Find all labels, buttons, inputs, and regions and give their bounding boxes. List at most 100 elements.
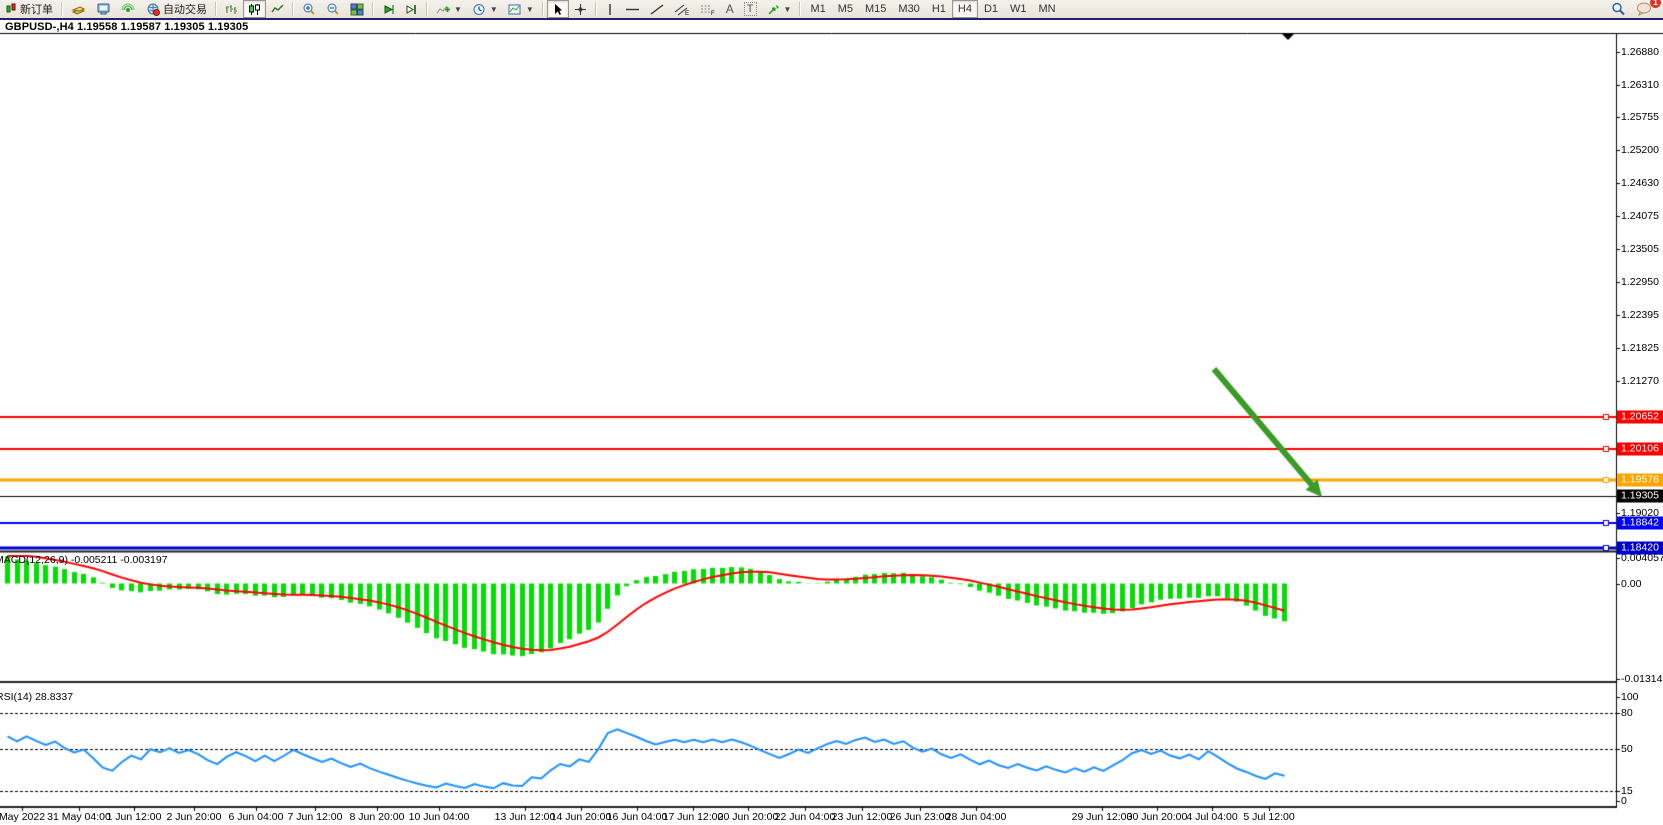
price-axis-label: 1.21825 [1621, 342, 1659, 354]
vline-tool-button[interactable] [600, 0, 620, 18]
toolbar-divider [0, 18, 1663, 20]
toolbar-separator [215, 2, 217, 16]
channel-tool-button[interactable]: E [669, 0, 695, 18]
candle-chart-button[interactable] [243, 0, 266, 18]
hline-price-badge: 1.19305 [1617, 489, 1663, 502]
hline-price-badge[interactable]: 1.18842 [1617, 517, 1663, 530]
time-axis-label: 30 Jun 20:00 [1127, 811, 1188, 823]
new-order-icon [5, 3, 17, 15]
rsi-indicator-label: RSI(14) 28.8337 [0, 691, 73, 703]
search-button[interactable] [1606, 0, 1631, 18]
vertical-line-icon [605, 3, 615, 16]
new-order-button[interactable]: 新订单 [0, 0, 58, 18]
price-axis-label: 1.21270 [1621, 375, 1659, 387]
line-chart-button[interactable] [266, 0, 289, 18]
time-axis-label: 4 Jul 04:00 [1186, 811, 1237, 823]
time-axis-label: 7 Jun 12:00 [288, 811, 343, 823]
cursor-tool-button[interactable] [547, 0, 569, 18]
zoom-in-icon [302, 3, 316, 16]
macd-axis-label: -0.013143 [1621, 673, 1663, 685]
fibonacci-icon: F [700, 3, 716, 16]
horizontal-line-icon [625, 3, 640, 16]
label-tool-button[interactable]: T [739, 0, 762, 18]
crosshair-tool-button[interactable] [569, 0, 592, 18]
trendline-icon [650, 3, 664, 16]
sonar-icon [121, 3, 136, 16]
timeframe-d1[interactable]: D1 [978, 0, 1004, 18]
time-axis-label: 6 Jun 04:00 [229, 811, 284, 823]
mt4-terminal: { "toolbar": { "new_order_label": "新订单",… [0, 0, 1663, 825]
hline-price-badge[interactable]: 1.19576 [1617, 473, 1663, 486]
rsi-axis-label: 50 [1621, 743, 1633, 755]
cursor-icon [552, 3, 564, 16]
timeframe-m5[interactable]: M5 [832, 0, 859, 18]
time-axis-label: 23 Jun 12:00 [832, 811, 893, 823]
chart-canvas[interactable] [0, 20, 1663, 825]
macd-indicator-label: MACD(12,26,9) -0.005211 -0.003197 [0, 554, 168, 566]
arrow-shapes-icon [767, 3, 780, 16]
chart-shift-button[interactable] [400, 0, 423, 18]
zoom-out-button[interactable] [321, 0, 345, 18]
toolbar-separator [61, 2, 63, 16]
indicators-icon [436, 3, 450, 16]
text-tool-label: A [726, 2, 734, 16]
bar-chart-button[interactable] [220, 0, 243, 18]
price-axis-label: 1.24075 [1621, 210, 1659, 222]
time-axis-label: 16 Jun 04:00 [607, 811, 668, 823]
strategy-tester-button[interactable] [116, 0, 141, 18]
fibonacci-tool-button[interactable]: F [695, 0, 721, 18]
autotrading-button[interactable]: 自动交易 [141, 0, 212, 18]
hline-price-badge[interactable]: 1.18420 [1617, 541, 1663, 554]
auto-scroll-icon [382, 3, 395, 16]
templates-button[interactable]: ▼ [503, 0, 539, 18]
arrows-dropdown-caret: ▼ [784, 5, 792, 14]
toolbar-separator [542, 2, 544, 16]
periods-button[interactable]: ▼ [467, 0, 503, 18]
time-axis-label: 29 Jun 12:00 [1072, 811, 1133, 823]
arrows-tool-button[interactable]: ▼ [762, 0, 797, 18]
indicators-button[interactable]: ▼ [431, 0, 467, 18]
zoom-in-button[interactable] [297, 0, 321, 18]
timeframe-h4[interactable]: H4 [952, 0, 978, 18]
time-axis-label: 28 Jun 04:00 [946, 811, 1007, 823]
time-axis-label: May 2022 [0, 811, 45, 823]
price-axis-label: 1.22395 [1621, 309, 1659, 321]
toolbar-separator [292, 2, 294, 16]
time-axis-label: 13 Jun 12:00 [495, 811, 556, 823]
timeframe-m30[interactable]: M30 [892, 0, 925, 18]
rsi-axis-label: 100 [1621, 691, 1639, 703]
timeframe-h1[interactable]: H1 [926, 0, 952, 18]
time-axis-label: 2 Jun 20:00 [167, 811, 222, 823]
hline-price-badge[interactable]: 1.20106 [1617, 442, 1663, 455]
toolbar-separator [799, 2, 801, 16]
price-axis-label: 1.25755 [1621, 111, 1659, 123]
hline-tool-button[interactable] [620, 0, 645, 18]
tile-windows-button[interactable] [345, 0, 369, 18]
trendline-tool-button[interactable] [645, 0, 669, 18]
time-axis-label: 5 Jul 12:00 [1243, 811, 1294, 823]
autotrading-icon [146, 3, 160, 16]
hline-price-badge[interactable]: 1.20652 [1617, 410, 1663, 423]
timeframe-m1[interactable]: M1 [804, 0, 831, 18]
time-axis-label: 22 Jun 04:00 [775, 811, 836, 823]
chart-window-title: GBPUSD-,H4 1.19558 1.19587 1.19305 1.193… [5, 21, 248, 33]
auto-scroll-button[interactable] [377, 0, 400, 18]
chart-shift-icon [405, 3, 418, 16]
price-axis-label: 1.26880 [1621, 46, 1659, 58]
market-watch-button[interactable] [66, 0, 91, 18]
data-window-button[interactable] [91, 0, 116, 18]
tile-windows-icon [350, 3, 364, 16]
candlestick-chart-icon [248, 3, 261, 16]
svg-text:F: F [711, 11, 715, 16]
timeframe-w1[interactable]: W1 [1004, 0, 1033, 18]
rsi-axis-label: 0 [1621, 795, 1627, 807]
text-tool-button[interactable]: A [721, 0, 739, 18]
chat-button[interactable]: 1 [1631, 0, 1657, 18]
time-axis-label: 1 Jun 12:00 [107, 811, 162, 823]
timeframe-m15[interactable]: M15 [859, 0, 892, 18]
market-watch-icon [71, 3, 86, 16]
time-axis-label: 14 Jun 20:00 [551, 811, 612, 823]
macd-axis-label: 0.00 [1621, 578, 1641, 590]
timeframe-mn[interactable]: MN [1033, 0, 1062, 18]
autotrading-label: 自动交易 [163, 1, 207, 17]
